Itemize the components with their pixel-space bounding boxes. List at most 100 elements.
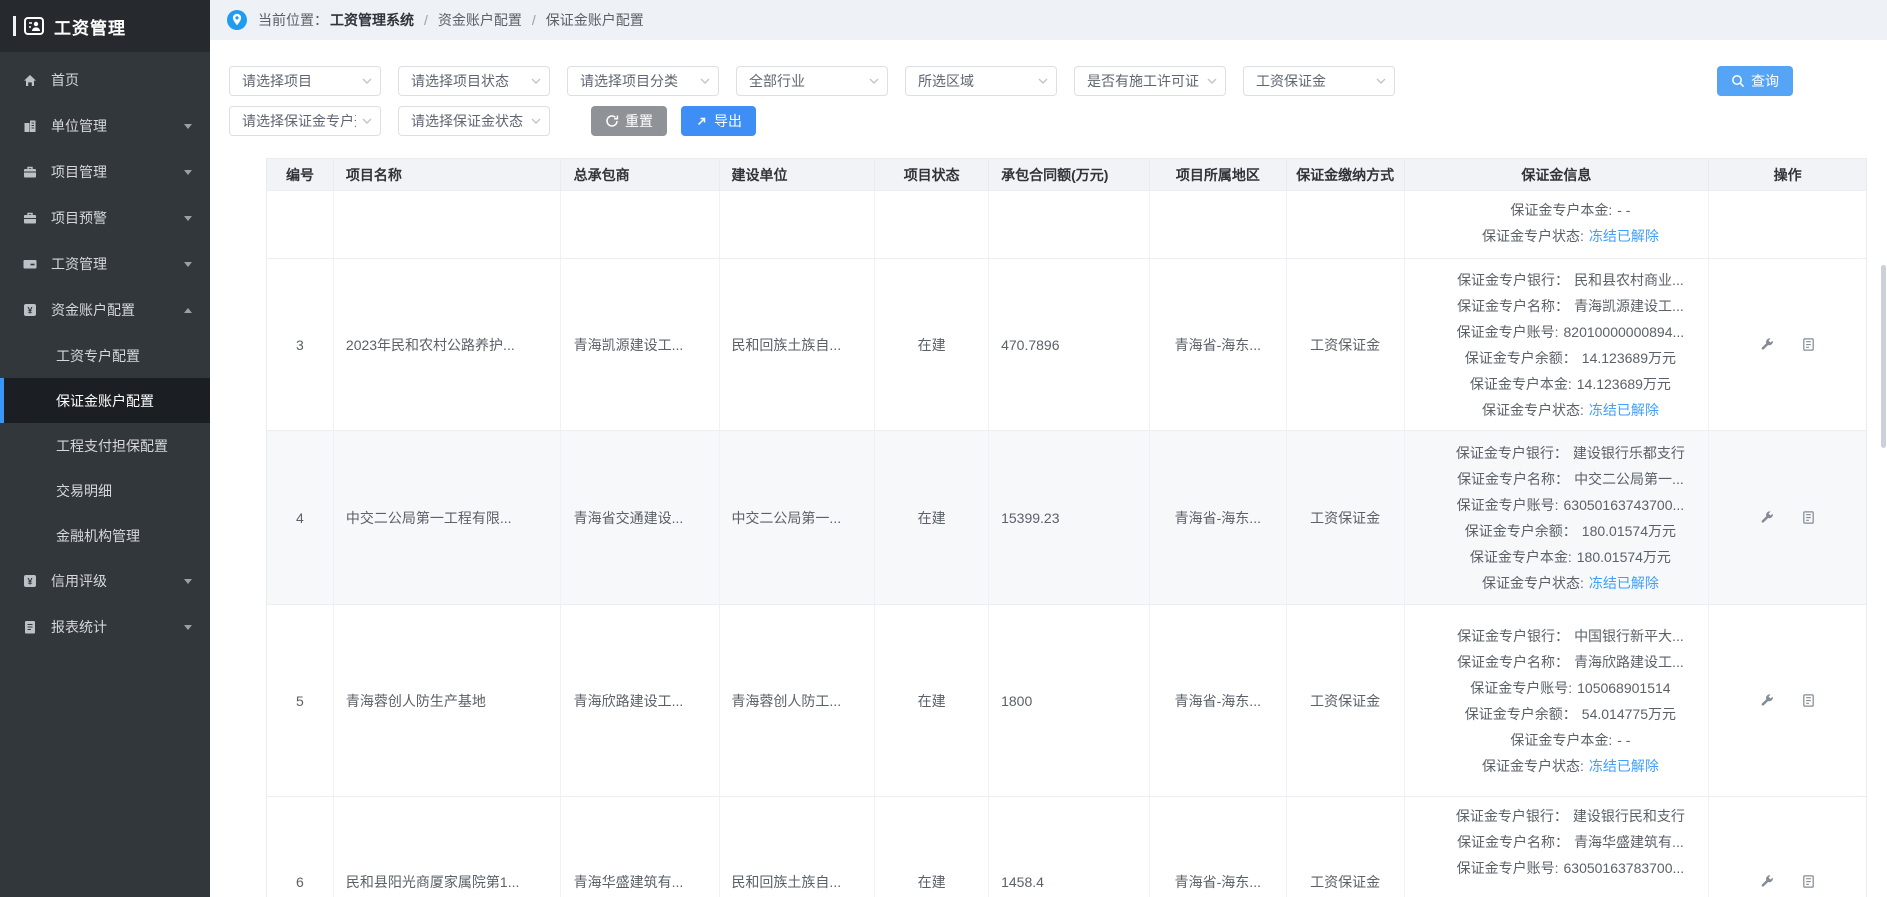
- sidebar-item-unit-mgmt[interactable]: 单位管理: [0, 103, 210, 149]
- chevron-down-icon: [1376, 78, 1386, 85]
- header-status: 项目状态: [875, 159, 989, 190]
- status-link[interactable]: 冻结已解除: [1589, 575, 1659, 591]
- breadcrumb-item-fund-config[interactable]: 资金账户配置: [438, 10, 522, 30]
- cell-contractor: 青海省交通建设...: [561, 431, 721, 604]
- sidebar-subitem-payment-guarantee-config[interactable]: 工程支付担保配置: [0, 423, 210, 468]
- select-project-status[interactable]: 请选择项目状态: [398, 66, 550, 96]
- export-button[interactable]: 导出: [681, 106, 756, 136]
- cell-project-name: 青海蓉创人防生产基地: [334, 605, 561, 796]
- sidebar-item-credit-rating[interactable]: ¥ 信用评级: [0, 558, 210, 604]
- scrollbar-thumb[interactable]: [1881, 265, 1886, 448]
- configure-button[interactable]: [1759, 693, 1774, 708]
- select-project-category[interactable]: 请选择项目分类: [567, 66, 719, 96]
- filter-row-1: 请选择项目 请选择项目状态 请选择项目分类 全部行业 所选区域: [229, 66, 1793, 96]
- cell-amount: 1458.4: [989, 797, 1150, 897]
- detail-button[interactable]: [1801, 874, 1816, 889]
- select-deposit-account-bank[interactable]: 请选择保证金专户开: [229, 106, 381, 136]
- query-button[interactable]: 查询: [1717, 66, 1793, 96]
- briefcase-icon: [22, 164, 38, 180]
- cell-contractor: 青海华盛建筑有...: [561, 797, 721, 897]
- sidebar-item-wage-mgmt[interactable]: 工资管理: [0, 241, 210, 287]
- sidebar-item-label: 项目管理: [51, 162, 107, 182]
- sidebar-item-project-mgmt[interactable]: 项目管理: [0, 149, 210, 195]
- chevron-down-icon: [184, 625, 192, 630]
- filter-row-2: 请选择保证金专户开 请选择保证金状态 重置 导出: [229, 106, 1793, 136]
- cell-region: 青海省-海东...: [1150, 259, 1287, 430]
- breadcrumb: 当前位置： 工资管理系统 / 资金账户配置 / 保证金账户配置: [210, 0, 1887, 40]
- breadcrumb-root[interactable]: 工资管理系统: [330, 10, 414, 30]
- header-amount: 承包合同额(万元): [989, 159, 1150, 190]
- breadcrumb-separator: /: [424, 12, 428, 28]
- table-header-row: 编号 项目名称 总承包商 建设单位 项目状态 承包合同额(万元) 项目所属地区 …: [267, 159, 1866, 190]
- sidebar-item-label: 资金账户配置: [51, 300, 135, 320]
- main-content: 当前位置： 工资管理系统 / 资金账户配置 / 保证金账户配置 请选择项目 请选…: [210, 0, 1887, 897]
- chevron-down-icon: [531, 78, 541, 85]
- sidebar-subitem-label: 保证金账户配置: [56, 391, 154, 411]
- breadcrumb-item-deposit-config[interactable]: 保证金账户配置: [546, 10, 644, 30]
- reset-button[interactable]: 重置: [591, 106, 667, 136]
- reset-button-label: 重置: [625, 111, 653, 131]
- table-row: 4 中交二公局第一工程有限... 青海省交通建设... 中交二公局第一... 在…: [267, 430, 1866, 604]
- chevron-down-icon: [700, 78, 710, 85]
- select-region[interactable]: 所选区域: [905, 66, 1057, 96]
- sidebar-item-home[interactable]: 首页: [0, 57, 210, 103]
- chevron-down-icon: [184, 262, 192, 267]
- status-link[interactable]: 冻结已解除: [1589, 228, 1659, 244]
- cell-amount: 1800: [989, 605, 1150, 796]
- cell-contractor: [561, 191, 721, 258]
- sidebar: 工资管理 首页 单位管理 项目管理 项目预警: [0, 0, 210, 897]
- select-project[interactable]: 请选择项目: [229, 66, 381, 96]
- cell-deposit-info: 保证金专户银行：建设银行乐都支行 保证金专户名称：中交二公局第一... 保证金专…: [1405, 431, 1710, 604]
- select-construction-permit[interactable]: 是否有施工许可证: [1074, 66, 1226, 96]
- detail-button[interactable]: [1801, 693, 1816, 708]
- chevron-down-icon: [184, 124, 192, 129]
- detail-button[interactable]: [1801, 510, 1816, 525]
- sidebar-subitem-transaction-detail[interactable]: 交易明细: [0, 468, 210, 513]
- cell-amount: [989, 191, 1150, 258]
- query-button-label: 查询: [1751, 71, 1779, 91]
- wrench-icon: [1759, 337, 1774, 352]
- location-pin-icon: [226, 9, 248, 31]
- sidebar-item-label: 报表统计: [51, 617, 107, 637]
- cell-actions: [1709, 259, 1866, 430]
- status-link[interactable]: 冻结已解除: [1589, 758, 1659, 774]
- table-row: 6 民和县阳光商厦家属院第1... 青海华盛建筑有... 民和回族土族自... …: [267, 796, 1866, 897]
- cell-actions: [1709, 191, 1866, 258]
- document-icon: [1801, 693, 1816, 708]
- select-industry[interactable]: 全部行业: [736, 66, 888, 96]
- sidebar-subitem-wage-account-config[interactable]: 工资专户配置: [0, 333, 210, 378]
- sidebar-subitem-deposit-account-config[interactable]: 保证金账户配置: [0, 378, 210, 423]
- sidebar-item-label: 单位管理: [51, 116, 107, 136]
- cell-deposit-info: 保证金专户银行：民和县农村商业... 保证金专户名称：青海凯源建设工... 保证…: [1405, 259, 1710, 430]
- wallet-icon: [22, 256, 38, 272]
- header-no: 编号: [267, 159, 334, 190]
- status-link[interactable]: 冻结已解除: [1589, 402, 1659, 418]
- select-deposit-type[interactable]: 工资保证金: [1243, 66, 1395, 96]
- cell-builder: 青海蓉创人防工...: [720, 605, 875, 796]
- yuan-box-icon: ¥: [22, 573, 38, 589]
- configure-button[interactable]: [1759, 510, 1774, 525]
- cell-region: 青海省-海东...: [1150, 605, 1287, 796]
- select-deposit-status[interactable]: 请选择保证金状态: [398, 106, 550, 136]
- sidebar-subitem-financial-institution[interactable]: 金融机构管理: [0, 513, 210, 558]
- sidebar-item-fund-account-config[interactable]: ¥ 资金账户配置: [0, 287, 210, 333]
- chevron-down-icon: [184, 170, 192, 175]
- sidebar-item-report-statistics[interactable]: 报表统计: [0, 604, 210, 650]
- detail-button[interactable]: [1801, 337, 1816, 352]
- briefcase-alert-icon: [22, 210, 38, 226]
- header-deposit-info: 保证金信息: [1405, 159, 1710, 190]
- configure-button[interactable]: [1759, 874, 1774, 889]
- cell-amount: 15399.23: [989, 431, 1150, 604]
- cell-method: 工资保证金: [1287, 431, 1405, 604]
- cell-builder: 中交二公局第一...: [720, 431, 875, 604]
- cell-actions: [1709, 605, 1866, 796]
- report-icon: [22, 619, 38, 635]
- cell-project-name: 民和县阳光商厦家属院第1...: [334, 797, 561, 897]
- home-icon: [22, 72, 38, 88]
- sidebar-subitem-label: 工资专户配置: [56, 346, 140, 366]
- configure-button[interactable]: [1759, 337, 1774, 352]
- export-arrow-icon: [695, 115, 708, 128]
- cell-region: 青海省-海东...: [1150, 797, 1287, 897]
- sidebar-item-project-alert[interactable]: 项目预警: [0, 195, 210, 241]
- cell-builder: [720, 191, 875, 258]
